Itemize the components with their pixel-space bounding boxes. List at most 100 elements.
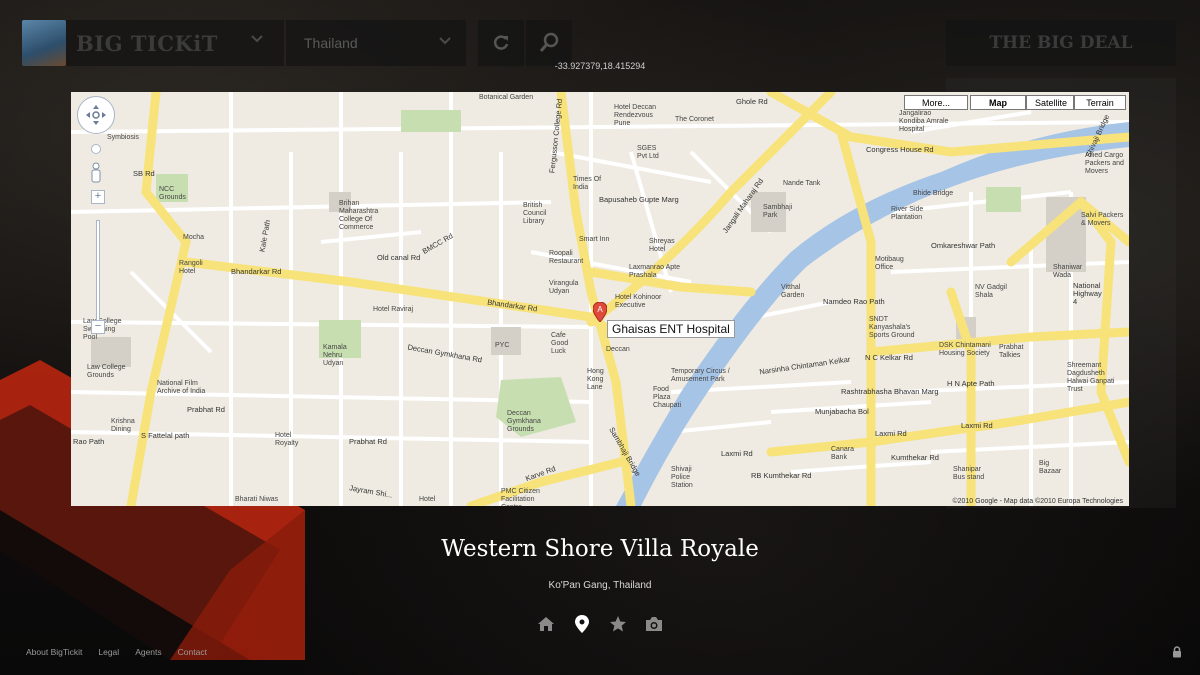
tab-favorites[interactable]: [608, 614, 628, 634]
map-label: Congress House Rd: [866, 145, 934, 154]
map-label: Shivaji Police Station: [671, 466, 693, 489]
map-type-satellite-button[interactable]: Satellite: [1026, 95, 1074, 110]
map-label: Bhide Bridge: [913, 190, 954, 197]
map-label: Prabhat Rd: [187, 405, 225, 414]
home-icon: [538, 617, 554, 631]
map-label: Krishna Dining: [111, 418, 135, 433]
map-label: Salvi Packers & Movers: [1081, 212, 1124, 227]
chevron-down-icon: [438, 34, 452, 49]
zoom-slider: + −: [91, 190, 105, 380]
map-label: Shanipar Bus stand: [953, 466, 985, 481]
map-streets: [71, 92, 1129, 506]
tab-home[interactable]: [536, 614, 556, 634]
street-view-pegman-icon[interactable]: [89, 162, 103, 189]
map-label: British Council Library: [523, 202, 547, 225]
map-label: Shaniwar Wada: [1053, 264, 1083, 279]
map-type-more-button[interactable]: More...: [904, 95, 968, 110]
big-deal-label: THE BIG DEAL: [989, 33, 1133, 53]
map-label: Law College Swimming Pool: [83, 318, 122, 341]
map-label: N C Kelkar Rd: [865, 353, 913, 362]
map-type-control: Map Satellite Terrain: [970, 95, 1126, 110]
map-label: SB Rd: [133, 169, 155, 178]
map-label: Old canal Rd: [377, 253, 421, 262]
map-label: Botanical Garden: [479, 94, 534, 101]
map-label: Prabhat Rd: [349, 437, 387, 446]
map-label: Deccan Gymkhana Grounds: [507, 410, 541, 433]
tab-map[interactable]: [572, 614, 592, 634]
map-label: Namdeo Rao Path: [823, 297, 885, 306]
map-marker[interactable]: A: [592, 301, 608, 323]
map-view[interactable]: Botanical Garden Hotel Deccan Rendezvous…: [71, 92, 1129, 506]
refresh-button[interactable]: [478, 20, 524, 66]
map-label: Hotel Royalty: [275, 432, 299, 447]
zoom-in-button[interactable]: +: [91, 190, 105, 204]
map-label: Prabhat Talkies: [999, 344, 1024, 359]
map-label: NV Gadgil Shala: [975, 284, 1007, 299]
map-label: Rashtrabhasha Bhavan Marg: [841, 387, 939, 396]
map-label: Symbiosis: [107, 134, 139, 141]
map-type-more[interactable]: More...: [904, 95, 968, 110]
map-label: SGES Pvt Ltd: [637, 145, 659, 160]
map-label: National Highway 4: [1073, 281, 1102, 306]
map-label: National Film Archive of India: [157, 380, 206, 395]
map-label: Sambhaji Park: [763, 204, 793, 219]
footer-link-about[interactable]: About BigTickit: [26, 647, 82, 657]
search-icon: [539, 32, 559, 52]
map-label: Shreemant Dagdusheth Halwai Ganpati Trus…: [1067, 362, 1115, 393]
listing-tabs: [536, 614, 664, 634]
map-label: S Fattelal path: [141, 431, 190, 440]
map-label: Vitthal Garden: [781, 284, 805, 299]
map-label: Bhandarkar Rd: [231, 267, 282, 276]
big-deal-button[interactable]: THE BIG DEAL: [946, 20, 1176, 66]
zoom-track[interactable]: [96, 220, 100, 330]
map-label: Temporary Circus / Amusement Park: [671, 368, 730, 383]
footer-link-contact[interactable]: Contact: [178, 647, 207, 657]
map-label: Big Bazaar: [1039, 460, 1062, 475]
map-label: DSK Chintamani Housing Society: [939, 342, 991, 357]
map-navigation-control: + −: [77, 96, 115, 334]
map-label: The Coronet: [675, 116, 714, 123]
map-label: Kumthekar Rd: [891, 453, 939, 462]
tab-photos[interactable]: [644, 614, 664, 634]
map-label: Hotel Deccan Rendezvous Pune: [614, 104, 657, 127]
center-icon[interactable]: [91, 144, 101, 154]
footer-link-agents[interactable]: Agents: [135, 647, 161, 657]
map-marker-label: Ghaisas ENT Hospital: [607, 320, 735, 338]
map-label: RB Kumthekar Rd: [751, 471, 812, 480]
map-label: Laxmi Rd: [875, 429, 907, 438]
map-label: Hong Kong Lane: [587, 368, 604, 391]
country-select-value: Thailand: [304, 35, 358, 51]
zoom-out-button[interactable]: −: [91, 320, 105, 334]
listing-title: Western Shore Villa Royale: [441, 536, 759, 562]
search-button[interactable]: [526, 20, 572, 66]
listing-location: Ko'Pan Gang, Thailand: [548, 580, 652, 591]
footer-link-legal[interactable]: Legal: [98, 647, 119, 657]
map-type-map-button[interactable]: Map: [970, 95, 1026, 110]
map-label: Brihan Maharashtra College Of Commerce: [339, 200, 379, 231]
map-label: Nande Tank: [783, 180, 821, 187]
map-marker-icon: A: [592, 301, 608, 323]
logo-thumbnail[interactable]: [22, 20, 66, 66]
park-botanical-garden: [401, 110, 461, 132]
map-label: NCC Grounds: [159, 186, 186, 201]
chevron-down-icon[interactable]: [250, 31, 264, 47]
map-type-terrain-button[interactable]: Terrain: [1074, 95, 1126, 110]
map-label: SNDT Kanyashala's Sports Ground: [869, 316, 915, 339]
map-label: Food Plaza Chaupati: [653, 386, 682, 409]
map-label: Shreyas Hotel: [649, 238, 675, 253]
map-label: Jangalirao Kondiba Amrale Hospital: [899, 110, 949, 133]
map-label: Smart Inn: [579, 236, 610, 243]
lock-icon[interactable]: [1172, 645, 1182, 663]
map-label: Bapusaheb Gupte Marg: [599, 195, 679, 204]
map-label: Laxmi Rd: [721, 449, 753, 458]
map-label: Motibaug Office: [875, 256, 904, 271]
map-label: Munjabacha Bol: [815, 407, 869, 416]
map-label: Canara Bank: [831, 446, 854, 461]
map-label: Bharati Niwas: [235, 496, 279, 503]
map-label: Cafe Good Luck: [551, 332, 569, 355]
pan-control[interactable]: [77, 96, 115, 134]
map-label: Virangula Udyan: [549, 280, 579, 295]
map-label: Hotel: [419, 496, 436, 503]
map-label: Kamala Nehru Udyan: [323, 344, 347, 367]
country-select[interactable]: Thailand: [286, 20, 466, 66]
